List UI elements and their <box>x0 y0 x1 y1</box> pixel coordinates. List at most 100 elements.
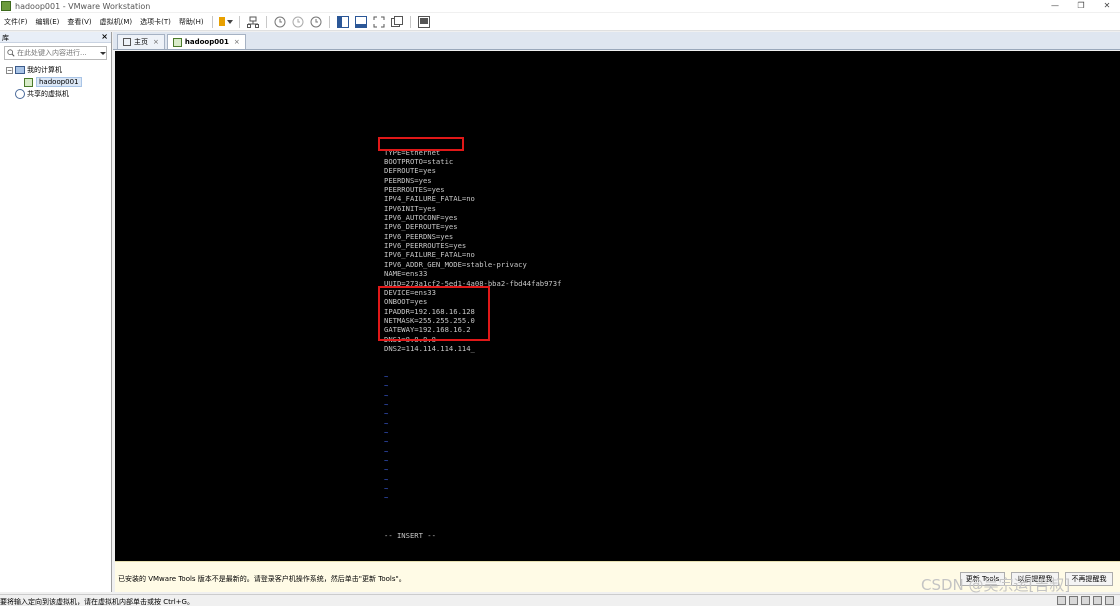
snapshot-manager-button[interactable] <box>309 15 323 29</box>
empty-line-tilde: ~ <box>384 493 389 503</box>
config-line: BOOTPROTO=static <box>384 157 454 167</box>
console-view-icon <box>417 15 430 28</box>
collapse-icon[interactable]: − <box>6 66 13 74</box>
clock-manager-icon <box>310 16 322 27</box>
home-icon <box>123 38 131 46</box>
config-line: IPV6INIT=yes <box>384 203 436 213</box>
menu-view[interactable]: 查看(V) <box>63 17 95 27</box>
config-line: IPV6_AUTOCONF=yes <box>384 213 458 223</box>
menu-file[interactable]: 文件(F) <box>0 17 32 27</box>
send-ctrl-alt-del-button[interactable] <box>246 15 260 29</box>
tree-item-shared-vms[interactable]: 共享的虚拟机 <box>0 88 111 100</box>
config-line: PEERROUTES=yes <box>384 185 445 195</box>
network-adapter-icon[interactable] <box>1081 596 1090 605</box>
menu-bar: 文件(F) 编辑(E) 查看(V) 虚拟机(M) 选项卡(T) 帮助(H) <box>0 13 1120 31</box>
close-tab-icon[interactable]: × <box>153 38 159 46</box>
empty-line-tilde: ~ <box>384 465 389 475</box>
empty-line-tilde: ~ <box>384 484 389 494</box>
close-library-button[interactable]: × <box>101 32 108 41</box>
menu-tabs[interactable]: 选项卡(T) <box>136 17 175 27</box>
menu-vm[interactable]: 虚拟机(M) <box>96 17 137 27</box>
chevron-down-icon[interactable] <box>100 51 106 55</box>
status-bar: 要将输入定向到该虚拟机，请在虚拟机内部单击或按 Ctrl+G。 <box>0 594 1120 606</box>
tree-item-my-computer[interactable]: − 我的计算机 <box>0 64 111 76</box>
device-status-icons <box>1054 596 1114 605</box>
empty-line-tilde: ~ <box>384 381 389 391</box>
toolbar-separator <box>328 15 330 28</box>
tree-item-hadoop001[interactable]: hadoop001 <box>0 76 111 88</box>
window-controls: — ❐ ✕ <box>1042 0 1120 12</box>
title-bar: hadoop001 - VMware Workstation — ❐ ✕ <box>0 0 1120 12</box>
tab-label: 主页 <box>134 38 148 46</box>
config-line: IPV6_DEFROUTE=yes <box>384 222 458 232</box>
console-view-button[interactable] <box>417 15 431 29</box>
usb-icon[interactable] <box>1093 596 1102 605</box>
config-line: IPV6_ADDR_GEN_MODE=stable-privacy <box>384 259 527 269</box>
toolbar-separator <box>238 15 240 28</box>
vm-icon <box>24 77 33 87</box>
never-remind-button[interactable]: 不再提醒我 <box>1065 572 1113 586</box>
tree-item-label: 我的计算机 <box>27 66 62 74</box>
vim-mode-indicator: -- INSERT -- <box>384 530 436 540</box>
revert-snapshot-button[interactable] <box>291 15 305 29</box>
status-text: 要将输入定向到该虚拟机，请在虚拟机内部单击或按 Ctrl+G。 <box>0 598 194 606</box>
close-tab-icon[interactable]: × <box>234 38 240 46</box>
clock-icon <box>274 16 286 27</box>
network-icon <box>246 16 259 28</box>
empty-line-tilde: ~ <box>384 409 389 419</box>
search-input[interactable] <box>17 49 97 57</box>
display-icon[interactable] <box>1105 596 1114 605</box>
vm-tree: − 我的计算机 hadoop001 共享的虚拟机 <box>0 64 111 100</box>
tree-item-label: 共享的虚拟机 <box>27 90 69 98</box>
toolbar-separator <box>211 15 213 28</box>
empty-lines: ~ ~ ~ ~ ~ ~ ~ ~ ~ ~ ~ ~ ~ ~ <box>384 372 561 512</box>
full-screen-button[interactable] <box>372 15 386 29</box>
cdrom-icon[interactable] <box>1069 596 1078 605</box>
suspend-button[interactable] <box>218 15 233 29</box>
search-icon <box>7 49 15 57</box>
tab-home[interactable]: 主页 × <box>117 34 165 49</box>
menu-help[interactable]: 帮助(H) <box>175 17 208 27</box>
config-line: DEFROUTE=yes <box>384 166 436 176</box>
fullscreen-icon <box>373 16 385 27</box>
config-line: IPV4_FAILURE_FATAL=no <box>384 194 475 204</box>
config-line: IPV6_PEERDNS=yes <box>384 231 454 241</box>
shared-vm-icon <box>15 89 25 99</box>
close-button[interactable]: ✕ <box>1094 0 1120 12</box>
unity-button[interactable] <box>390 15 404 29</box>
highlight-network-settings <box>378 286 490 341</box>
empty-line-tilde: ~ <box>384 418 389 428</box>
snapshot-button[interactable] <box>273 15 287 29</box>
toolbar-separator <box>265 15 267 28</box>
computer-icon <box>15 66 25 74</box>
csdn-watermark: CSDN @吴宗运[吉叔] <box>921 576 1071 594</box>
library-title: 库 <box>2 34 9 42</box>
hdd-icon[interactable] <box>1057 596 1066 605</box>
library-panel: 库 × − 我的计算机 hadoop001 共享的虚拟机 <box>0 32 112 592</box>
config-line: PEERDNS=yes <box>384 175 432 185</box>
empty-line-tilde: ~ <box>384 474 389 484</box>
terminal-text: TYPE=Ethernet BOOTPROTO=static DEFROUTE=ye… <box>384 129 561 559</box>
empty-line-tilde: ~ <box>384 399 389 409</box>
vm-icon <box>172 37 182 47</box>
tab-label: hadoop001 <box>184 38 229 46</box>
tab-bar: 主页 × hadoop001 × <box>113 32 1120 50</box>
show-library-button[interactable] <box>336 15 350 29</box>
sidebar-layout-icon <box>336 15 349 28</box>
config-line: IPV6_FAILURE_FATAL=no <box>384 250 475 260</box>
config-line: DNS2=114.114.114.114_ <box>384 343 475 353</box>
notification-message: 已安装的 VMware Tools 版本不是最新的。请登录客户机操作系统，然后单… <box>118 575 406 583</box>
tree-item-label: hadoop001 <box>36 77 82 87</box>
menu-edit[interactable]: 编辑(E) <box>32 17 64 27</box>
tab-hadoop001[interactable]: hadoop001 × <box>166 34 246 49</box>
restore-button[interactable]: ❐ <box>1068 0 1094 12</box>
vm-console[interactable]: TYPE=Ethernet BOOTPROTO=static DEFROUTE=ye… <box>115 51 1120 561</box>
highlight-bootproto <box>378 137 464 151</box>
chevron-down-icon <box>226 19 233 24</box>
minimize-button[interactable]: — <box>1042 0 1068 12</box>
thumbnail-layout-icon <box>354 15 367 28</box>
library-search[interactable] <box>4 46 107 60</box>
thumbnail-bar-button[interactable] <box>354 15 368 29</box>
empty-line-tilde: ~ <box>384 437 389 447</box>
